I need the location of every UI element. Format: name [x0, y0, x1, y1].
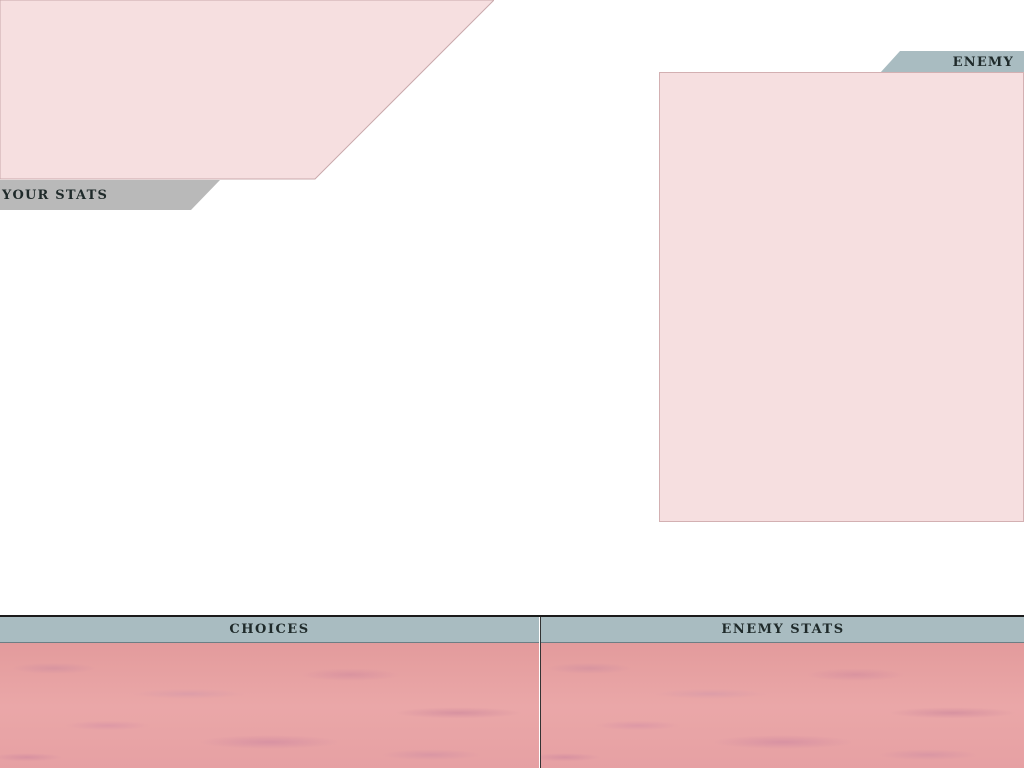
choices-section: CHOICES: [0, 617, 539, 768]
your-stats-tab[interactable]: YOUR STATS: [0, 180, 220, 210]
enemy-label: ENEMY: [952, 55, 1014, 70]
player-panel-shape: [0, 0, 494, 180]
player-panel: [0, 0, 494, 180]
enemy-tab[interactable]: ENEMY: [880, 51, 1024, 73]
choices-header: CHOICES: [0, 617, 539, 643]
enemy-stats-area: [541, 643, 1024, 768]
enemy-stats-section: ENEMY STATS: [540, 617, 1024, 768]
battle-screen: YOUR STATS ENEMY CHOICES ENEMY STATS: [0, 0, 1024, 768]
bottom-bar: CHOICES ENEMY STATS: [0, 615, 1024, 768]
your-stats-label: YOUR STATS: [2, 188, 109, 203]
choices-area[interactable]: [0, 643, 539, 768]
enemy-stats-header: ENEMY STATS: [541, 617, 1024, 643]
enemy-panel: [659, 72, 1024, 522]
